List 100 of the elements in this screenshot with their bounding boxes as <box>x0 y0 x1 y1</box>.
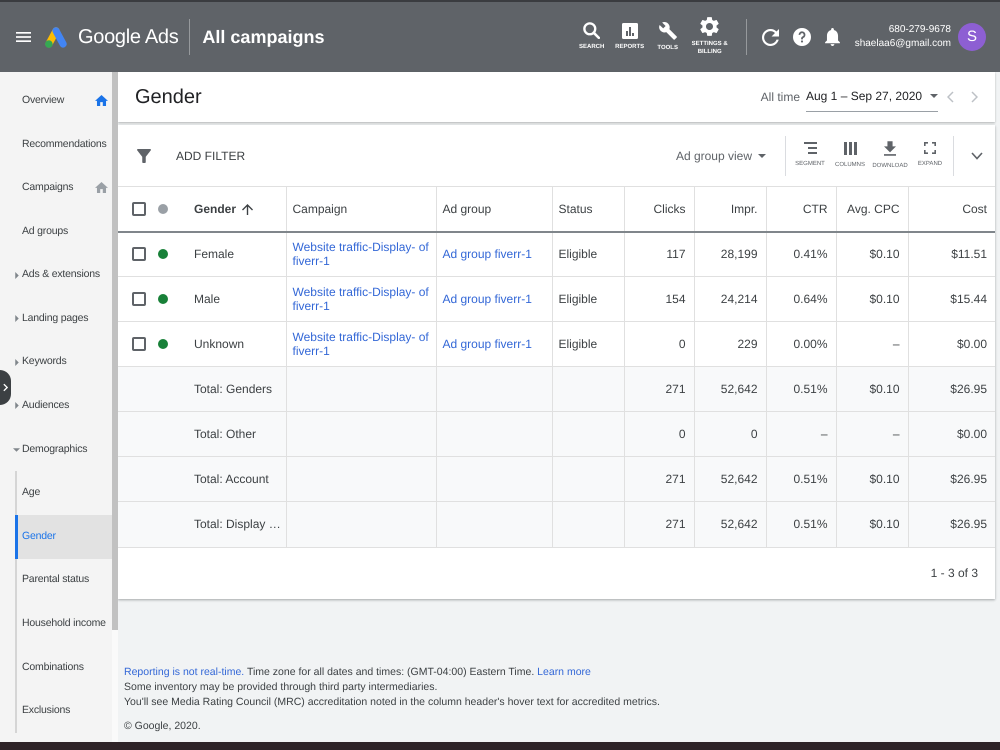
caret-down-icon[interactable] <box>13 448 20 452</box>
sidebar-item[interactable]: Demographics <box>11 428 112 472</box>
table-cell: $0.10 <box>836 276 908 322</box>
table-cell: 0 <box>694 412 766 456</box>
row-checkbox[interactable] <box>132 337 146 351</box>
table-cell: 0.51% <box>766 502 836 546</box>
column-header[interactable]: Avg. CPC <box>836 186 908 232</box>
table-cell: $0.10 <box>836 366 908 412</box>
table-cell: $0.10 <box>836 232 908 276</box>
sidebar-item[interactable]: Landing pages <box>11 296 112 341</box>
table-link[interactable]: Website traffic-Display- of fiverr-1 <box>292 240 432 268</box>
table-cell: 52,642 <box>694 366 766 412</box>
add-filter-button[interactable]: ADD FILTER <box>137 146 246 164</box>
sidebar-toggle-button[interactable] <box>0 370 11 405</box>
table-cell: 271 <box>624 366 694 412</box>
page-title: All campaigns <box>202 26 324 49</box>
table-cell: 117 <box>624 232 694 276</box>
table-cell: $15.44 <box>908 276 995 322</box>
bell-icon[interactable] <box>824 28 840 46</box>
pagination-label: 1 - 3 of 3 <box>930 565 978 582</box>
table-link[interactable]: Ad group fiverr-1 <box>442 292 548 306</box>
table-cell: Total: Genders <box>180 366 286 412</box>
wrench-icon <box>658 22 677 40</box>
sidebar-item[interactable]: Ad groups <box>11 210 112 254</box>
table-cell: 52,642 <box>694 456 766 502</box>
sidebar-item[interactable]: Campaigns <box>11 166 112 210</box>
view-dropdown[interactable]: Ad group view <box>676 146 766 164</box>
table-cell: 0 <box>624 412 694 456</box>
column-header[interactable]: Ad group <box>436 186 552 232</box>
sidebar-item[interactable]: Keywords <box>11 340 112 384</box>
realtime-link[interactable]: Reporting is not real-time. <box>124 666 244 678</box>
filter-icon <box>137 148 151 162</box>
column-header[interactable]: Clicks <box>624 186 694 232</box>
table-cell: $26.95 <box>908 456 995 502</box>
row-checkbox[interactable] <box>132 247 146 262</box>
table-link[interactable]: Website traffic-Display- of fiverr-1 <box>292 285 432 313</box>
search-icon <box>583 22 600 40</box>
sidebar-item[interactable]: Recommendations <box>11 122 112 166</box>
date-range-dropdown[interactable]: Aug 1 – Sep 27, 2020 <box>806 82 938 112</box>
caret-right-icon[interactable] <box>14 315 18 322</box>
bar-chart-icon <box>622 22 638 39</box>
caret-down-icon <box>758 154 766 158</box>
table-cell: 0.64% <box>766 276 836 322</box>
help-icon[interactable] <box>792 28 811 46</box>
page-heading: Gender <box>135 85 202 110</box>
table-link[interactable]: Ad group fiverr-1 <box>442 337 548 351</box>
column-header[interactable]: Cost <box>908 186 995 232</box>
table-cell: Eligible <box>552 232 624 276</box>
arrow-up-icon[interactable] <box>242 204 254 215</box>
table-cell: 0.41% <box>766 232 836 276</box>
table-cell: Total: Display … <box>180 502 286 546</box>
table-cell: Total: Other <box>180 412 286 456</box>
table-cell: 28,199 <box>694 232 766 276</box>
column-header[interactable]: CTR <box>766 186 836 232</box>
table-cell: $0.00 <box>908 412 995 456</box>
inventory-note: Some inventory may be provided through third party intermediaries. <box>124 680 438 695</box>
table-cell: Eligible <box>552 276 624 322</box>
table-cell: $26.95 <box>908 502 995 546</box>
table-link[interactable]: Ad group fiverr-1 <box>442 247 548 262</box>
logo-icon <box>45 26 67 48</box>
column-header[interactable]: Impr. <box>694 186 766 232</box>
scrollbar-thumb[interactable] <box>112 72 118 630</box>
table-cell: 0.51% <box>766 366 836 412</box>
chevron-right-icon <box>3 383 8 392</box>
column-header[interactable]: Gender <box>180 186 286 232</box>
date-preset-label: All time <box>760 89 800 106</box>
download-icon <box>884 140 896 156</box>
learn-more-link[interactable]: Learn more <box>537 666 591 678</box>
chevron-down-icon[interactable] <box>971 152 983 160</box>
table-cell: Male <box>180 276 286 322</box>
reporting-note: Reporting is not real-time. Time zone for all dates and times: (GMT-04:00) Eastern Time. Learn more <box>124 665 592 680</box>
table-cell: – <box>766 412 836 456</box>
table-cell: 271 <box>624 456 694 502</box>
gear-icon <box>700 17 720 36</box>
table-cell: $26.95 <box>908 366 995 412</box>
row-checkbox[interactable] <box>132 292 146 306</box>
account-email: shaelaa6@gmail.com <box>854 37 951 51</box>
table-cell: Total: Account <box>180 456 286 502</box>
sidebar-item[interactable]: Ads & extensions <box>11 253 112 297</box>
caret-down-icon <box>930 94 938 98</box>
menu-icon[interactable] <box>16 31 31 43</box>
refresh-icon[interactable] <box>762 28 779 46</box>
product-name: Google Ads <box>78 25 178 50</box>
column-header[interactable]: Campaign <box>286 186 436 232</box>
caret-right-icon[interactable] <box>14 272 18 279</box>
table-cell: 154 <box>624 276 694 322</box>
account-avatar[interactable]: S <box>958 23 986 51</box>
sidebar-item[interactable]: Audiences <box>11 384 112 428</box>
sidebar-item[interactable]: Overview <box>11 79 112 123</box>
table-link[interactable]: Website traffic-Display- of fiverr-1 <box>292 330 432 358</box>
caret-right-icon[interactable] <box>14 358 18 366</box>
account-phone: 680-279-9678 <box>888 23 951 37</box>
columns-icon <box>844 142 856 154</box>
select-all-checkbox[interactable] <box>132 202 146 216</box>
table-cell: – <box>836 412 908 456</box>
column-header[interactable]: Status <box>552 186 624 232</box>
caret-right-icon[interactable] <box>14 402 18 410</box>
segment-lines-icon <box>804 142 816 154</box>
table-cell: Female <box>180 232 286 276</box>
home-icon[interactable] <box>95 95 108 106</box>
